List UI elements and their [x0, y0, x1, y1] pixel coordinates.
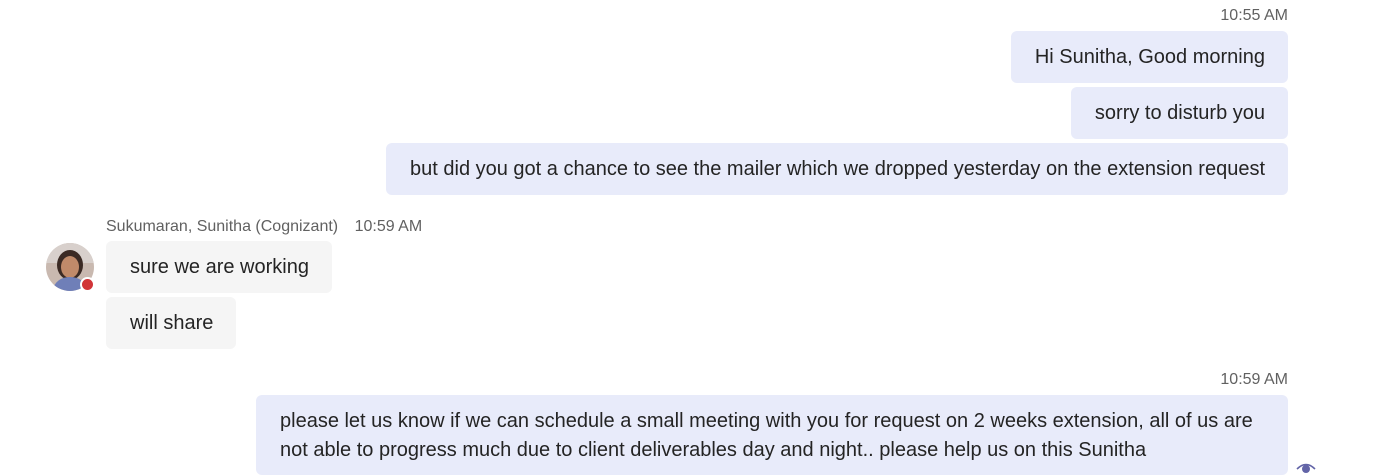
presence-busy-icon [80, 277, 95, 292]
incoming-message[interactable]: sure we are working [106, 241, 332, 293]
outgoing-message[interactable]: but did you got a chance to see the mail… [386, 143, 1288, 195]
message-timestamp: 10:59 AM [354, 218, 423, 235]
outgoing-message[interactable]: Hi Sunitha, Good morning [1010, 31, 1288, 83]
message-timestamp: 10:59 AM [1220, 371, 1288, 388]
avatar[interactable] [46, 243, 95, 292]
incoming-message[interactable]: will share [106, 297, 237, 349]
sender-name: Sukumaran, Sunitha (Cognizant) [106, 218, 339, 235]
outgoing-message[interactable]: please let us know if we can schedule a … [256, 395, 1288, 475]
eye-icon [1296, 463, 1316, 473]
chat-thread: 10:55 AM Hi Sunitha, Good morning sorry … [0, 0, 1392, 475]
outgoing-message[interactable]: sorry to disturb you [1070, 87, 1288, 139]
sender-header: Sukumaran, Sunitha (Cognizant) 10:59 AM [106, 218, 422, 236]
message-timestamp: 10:55 AM [1220, 7, 1288, 24]
